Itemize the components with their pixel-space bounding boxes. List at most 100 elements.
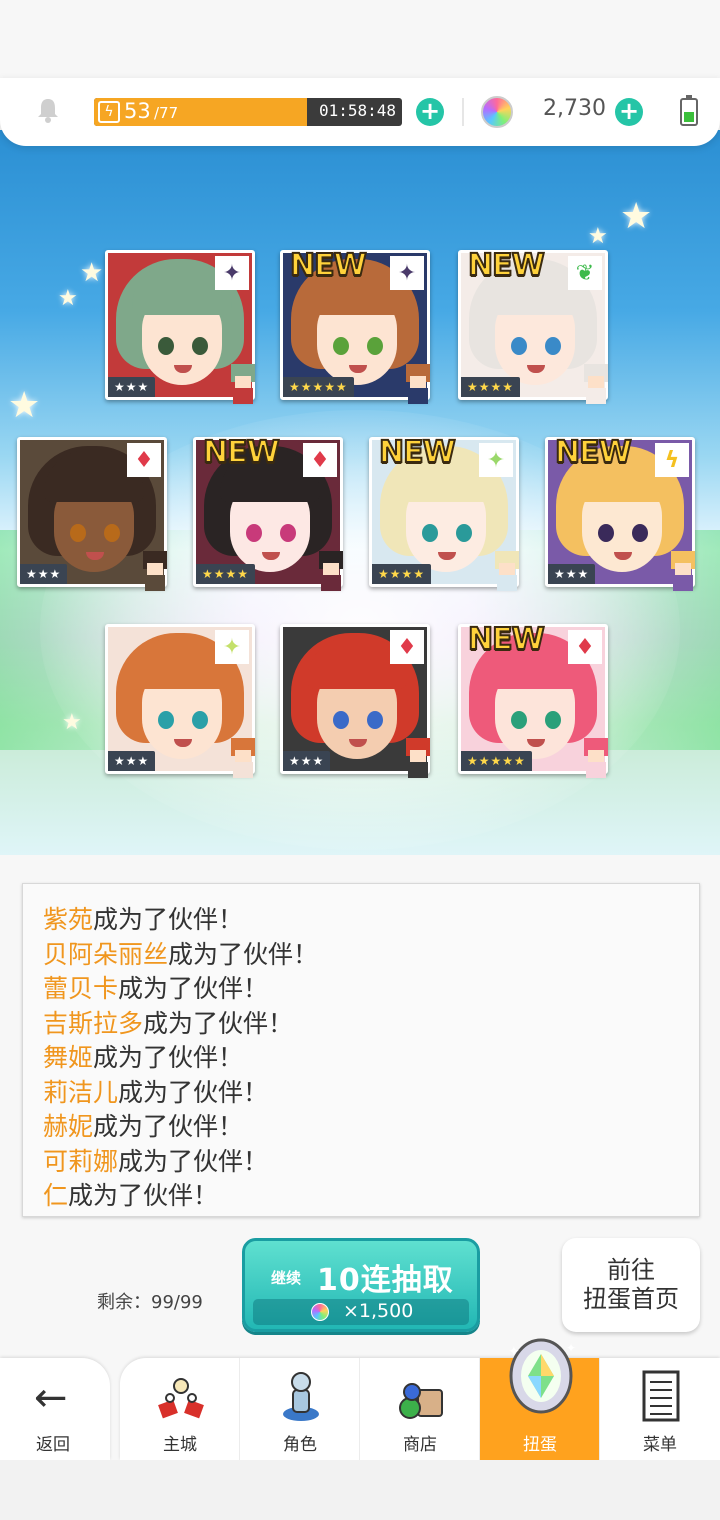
stamina-timer: 01:58:48 [318,101,396,120]
nav-item-gacha[interactable]: ✦ ✦ 扭蛋 [480,1338,600,1460]
add-stamina-button[interactable]: + [416,98,444,126]
sparkle-icon: ★ [58,286,78,311]
character-card[interactable]: ♦ ★★★ [280,624,438,782]
log-line: 蕾贝卡成为了伙伴！ [43,969,268,1005]
rarity-stars: ★★★ [283,751,331,771]
draw-10-button[interactable]: 继续 10连抽取 ×1,500 [242,1238,480,1332]
element-icon: ♦ [303,443,337,477]
log-suffix: 成为了伙伴！ [93,905,244,934]
stamina-bar: ϟ 53 /77 01:58:48 [94,98,402,126]
log-suffix: 成为了伙伴！ [118,1146,269,1176]
svg-text:✦: ✦ [508,1344,520,1360]
character-name: 贝阿朵丽丝 [43,939,169,969]
back-button[interactable]: ← 返回 [0,1358,110,1460]
action-area: 剩余：99/99 继续 10连抽取 ×1,500 前往 扭蛋首页 [0,1222,720,1362]
character-card[interactable]: ✦ ★★★★ NEW [369,434,527,595]
sparkle-icon: ★ [80,258,104,288]
log-line: 可莉娜成为了伙伴！ [43,1142,268,1178]
character-card[interactable]: ✦ ★★★ [105,250,263,408]
sparkle-icon: ★ [588,224,608,249]
bottom-nav: ← 返回 主城 角色 商店 ✦ ✦ 扭蛋 菜单 [0,1338,720,1460]
rarity-stars: ★★★ [548,564,596,584]
stamina-current: 53 [124,99,151,123]
log-line: 舞姬成为了伙伴！ [43,1038,243,1074]
element-icon: ϟ [655,443,689,477]
log-suffix: 成为了伙伴！ [93,1112,244,1141]
back-arrow-icon: ← [34,1375,68,1421]
new-badge: NEW [202,434,281,471]
draw-label: 10连抽取 [317,1263,454,1298]
gem-count: 2,730 [543,96,606,121]
home-line1: 前往 [607,1256,655,1284]
log-line: 吉斯拉多成为了伙伴！ [43,1004,293,1040]
new-badge: NEW [467,621,546,658]
character-card[interactable]: ♦ ★★★★ NEW [193,434,351,595]
menu-icon [642,1370,680,1422]
character-name: 赫妮 [43,1112,94,1141]
sparkle-icon: ★ [8,385,41,426]
character-name: 紫苑 [43,905,94,934]
character-name: 可莉娜 [43,1146,119,1176]
pixel-sprite [223,364,263,408]
lightning-icon: ϟ [98,101,120,123]
rarity-stars: ★★★★★ [461,751,532,771]
nav-label: 商店 [403,1435,437,1455]
nav-item-shop[interactable]: 商店 [360,1358,480,1460]
character-name: 仁 [43,1181,69,1210]
element-icon: ✦ [479,443,513,477]
element-icon: ♦ [568,630,602,664]
pixel-sprite [576,738,616,782]
sparkle-icon: ★ [620,196,653,237]
summon-stage: ★ ★ ★ ★ ★ ★ ✦ ★★★ ✦ ★★★★★ NEW ❦ ★★★★ NEW… [0,130,720,855]
pixel-sprite [311,551,351,595]
rarity-stars: ★★★★★ [283,377,354,397]
log-line: 贝阿朵丽丝成为了伙伴！ [43,935,318,971]
pixel-sprite [398,738,438,782]
nav-label: 主城 [163,1435,197,1455]
log-suffix: 成为了伙伴！ [118,1077,269,1107]
gacha-home-button[interactable]: 前往 扭蛋首页 [562,1238,700,1332]
pixel-sprite [487,551,527,595]
element-icon: ✦ [215,256,249,290]
pixel-sprite [135,551,175,595]
add-gems-button[interactable]: + [615,98,643,126]
nav-item-character[interactable]: 角色 [240,1358,360,1460]
rarity-stars: ★★★ [20,564,68,584]
character-icon [283,1372,319,1421]
divider [462,98,464,126]
nav-tabs: 主城 角色 商店 ✦ ✦ 扭蛋 菜单 [120,1338,720,1460]
character-card[interactable]: ❦ ★★★★ NEW [458,247,616,408]
new-badge: NEW [378,434,457,471]
sparkle-icon: ★ [62,710,82,735]
character-card[interactable]: ✦ ★★★★★ NEW [280,247,438,408]
bell-icon[interactable] [34,96,62,124]
character-card[interactable]: ϟ ★★★ NEW [545,434,703,595]
character-name: 蕾贝卡 [43,974,119,1003]
home-line2: 扭蛋首页 [583,1285,679,1313]
character-name: 莉洁儿 [43,1077,119,1107]
rarity-stars: ★★★★ [196,564,256,584]
character-card[interactable]: ✦ ★★★ [105,624,263,782]
draw-cost: ×1,500 [253,1299,469,1325]
character-name: 舞姬 [43,1043,94,1072]
rainbow-gem-icon [311,1303,329,1321]
rainbow-gem-icon [481,96,513,128]
element-icon: ❦ [568,256,602,290]
battery-icon [680,95,698,126]
pixel-sprite [663,551,703,595]
element-icon: ✦ [390,256,424,290]
back-label: 返回 [36,1435,70,1455]
nav-item-castle[interactable]: 主城 [120,1358,240,1460]
log-suffix: 成为了伙伴！ [68,1181,219,1210]
log-line: 仁成为了伙伴！ [43,1176,218,1212]
character-card[interactable]: ♦ ★★★ [17,437,175,595]
pixel-sprite [223,738,263,782]
nav-item-menu[interactable]: 菜单 [600,1358,720,1460]
castle-icon [158,1378,204,1419]
log-suffix: 成为了伙伴！ [118,974,269,1003]
log-suffix: 成为了伙伴！ [168,939,319,969]
status-bar: ϟ 53 /77 01:58:48 + 2,730 + [0,78,720,146]
new-badge: NEW [289,247,368,284]
nav-label: 菜单 [643,1435,677,1455]
character-card[interactable]: ♦ ★★★★★ NEW [458,621,616,782]
